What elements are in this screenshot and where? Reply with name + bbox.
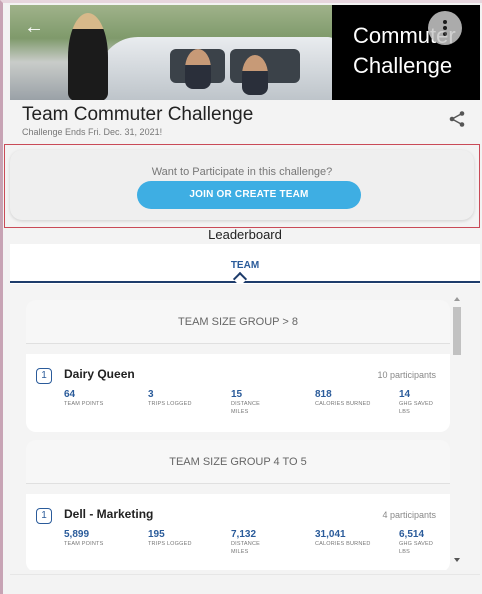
stat-value: 31,041 xyxy=(315,529,346,540)
stat-team-points: 5,899 TEAM POINTS xyxy=(64,529,103,548)
stat-value: 5,899 xyxy=(64,529,90,540)
list-scrollbar[interactable] xyxy=(452,297,461,565)
stat-value: 7,132 xyxy=(231,529,257,540)
join-prompt: Want to Participate in this challenge? xyxy=(151,166,333,178)
rank-badge: 1 xyxy=(36,368,52,384)
scroll-up-arrow-icon[interactable] xyxy=(454,297,460,301)
tab-underline xyxy=(10,281,480,283)
stat-distance: 7,132 DISTANCE MILES xyxy=(231,529,260,556)
stat-value: 14 xyxy=(399,389,411,400)
stat-value: 818 xyxy=(315,389,332,400)
leaderboard-tabs: TEAM xyxy=(10,244,480,287)
person-passenger xyxy=(242,55,268,95)
stat-value: 64 xyxy=(64,389,76,400)
join-section: Want to Participate in this challenge? J… xyxy=(4,144,480,228)
stat-label-unit: MILES xyxy=(231,409,249,415)
stat-calories-burned: 818 CALORIES BURNED xyxy=(315,389,371,408)
participant-count: 4 participants xyxy=(382,510,436,520)
leaderboard-heading: Leaderboard xyxy=(208,227,282,242)
stat-value: 15 xyxy=(231,389,243,400)
join-card: Want to Participate in this challenge? J… xyxy=(10,150,474,220)
stat-trips-logged: 195 TRIPS LOGGED xyxy=(148,529,192,548)
scroll-down-arrow-icon[interactable] xyxy=(454,558,460,562)
stat-label: TEAM POINTS xyxy=(64,401,104,407)
participant-count: 10 participants xyxy=(377,370,436,380)
stat-label: CALORIES BURNED xyxy=(315,541,371,547)
arrow-left-icon[interactable]: ← xyxy=(22,15,46,39)
stat-team-points: 64 TEAM POINTS xyxy=(64,389,103,408)
group-header: TEAM SIZE GROUP > 8 xyxy=(26,300,450,344)
stat-value: 195 xyxy=(148,529,165,540)
stat-label: GHG SAVED xyxy=(399,401,434,407)
stat-label: TRIPS LOGGED xyxy=(148,541,192,547)
challenge-header: Team Commuter Challenge Challenge Ends F… xyxy=(10,100,480,142)
share-icon[interactable] xyxy=(448,110,466,128)
person-passenger xyxy=(185,49,211,89)
stat-ghg-saved: 6,514 GHG SAVED LBS xyxy=(399,529,433,556)
stat-label: DISTANCE xyxy=(231,541,261,547)
rank-badge: 1 xyxy=(36,508,52,524)
stat-label: GHG SAVED xyxy=(399,541,434,547)
stat-ghg-saved: 14 GHG SAVED LBS xyxy=(399,389,433,416)
team-card[interactable]: 1 Dairy Queen 10 participants 64 TEAM PO… xyxy=(26,354,450,432)
stat-label-unit: MILES xyxy=(231,549,249,555)
challenge-banner: Commuter Challenge ← xyxy=(10,5,480,100)
tab-team[interactable]: TEAM xyxy=(10,260,480,271)
team-name: Dell - Marketing xyxy=(64,507,154,521)
page-title: Team Commuter Challenge xyxy=(22,104,254,125)
team-name: Dairy Queen xyxy=(64,367,135,381)
person-standing xyxy=(68,13,108,100)
stat-calories-burned: 31,041 CALORIES BURNED xyxy=(315,529,371,548)
stat-label-unit: LBS xyxy=(399,549,410,555)
leaderboard-list[interactable]: TEAM SIZE GROUP > 8 1 Dairy Queen 10 par… xyxy=(10,284,480,570)
team-card[interactable]: 1 Dell - Marketing 4 participants 5,899 … xyxy=(26,494,450,570)
stat-value: 6,514 xyxy=(399,529,425,540)
kebab-menu-icon[interactable] xyxy=(428,11,462,45)
stat-label: DISTANCE xyxy=(231,401,261,407)
banner-photo xyxy=(10,5,338,100)
challenge-end-date: Challenge Ends Fri. Dec. 31, 2021! xyxy=(22,127,163,137)
stat-label: TEAM POINTS xyxy=(64,541,104,547)
scrollbar-thumb[interactable] xyxy=(453,307,461,355)
banner-title-line2: Challenge xyxy=(353,53,453,78)
bottom-bar xyxy=(10,574,480,594)
stat-value: 3 xyxy=(148,389,154,400)
stat-label: CALORIES BURNED xyxy=(315,401,371,407)
stat-label-unit: LBS xyxy=(399,409,410,415)
join-or-create-team-button[interactable]: JOIN OR CREATE TEAM xyxy=(137,181,361,209)
group-header: TEAM SIZE GROUP 4 TO 5 xyxy=(26,440,450,484)
stat-label: TRIPS LOGGED xyxy=(148,401,192,407)
stat-trips-logged: 3 TRIPS LOGGED xyxy=(148,389,192,408)
stat-distance: 15 DISTANCE MILES xyxy=(231,389,260,416)
